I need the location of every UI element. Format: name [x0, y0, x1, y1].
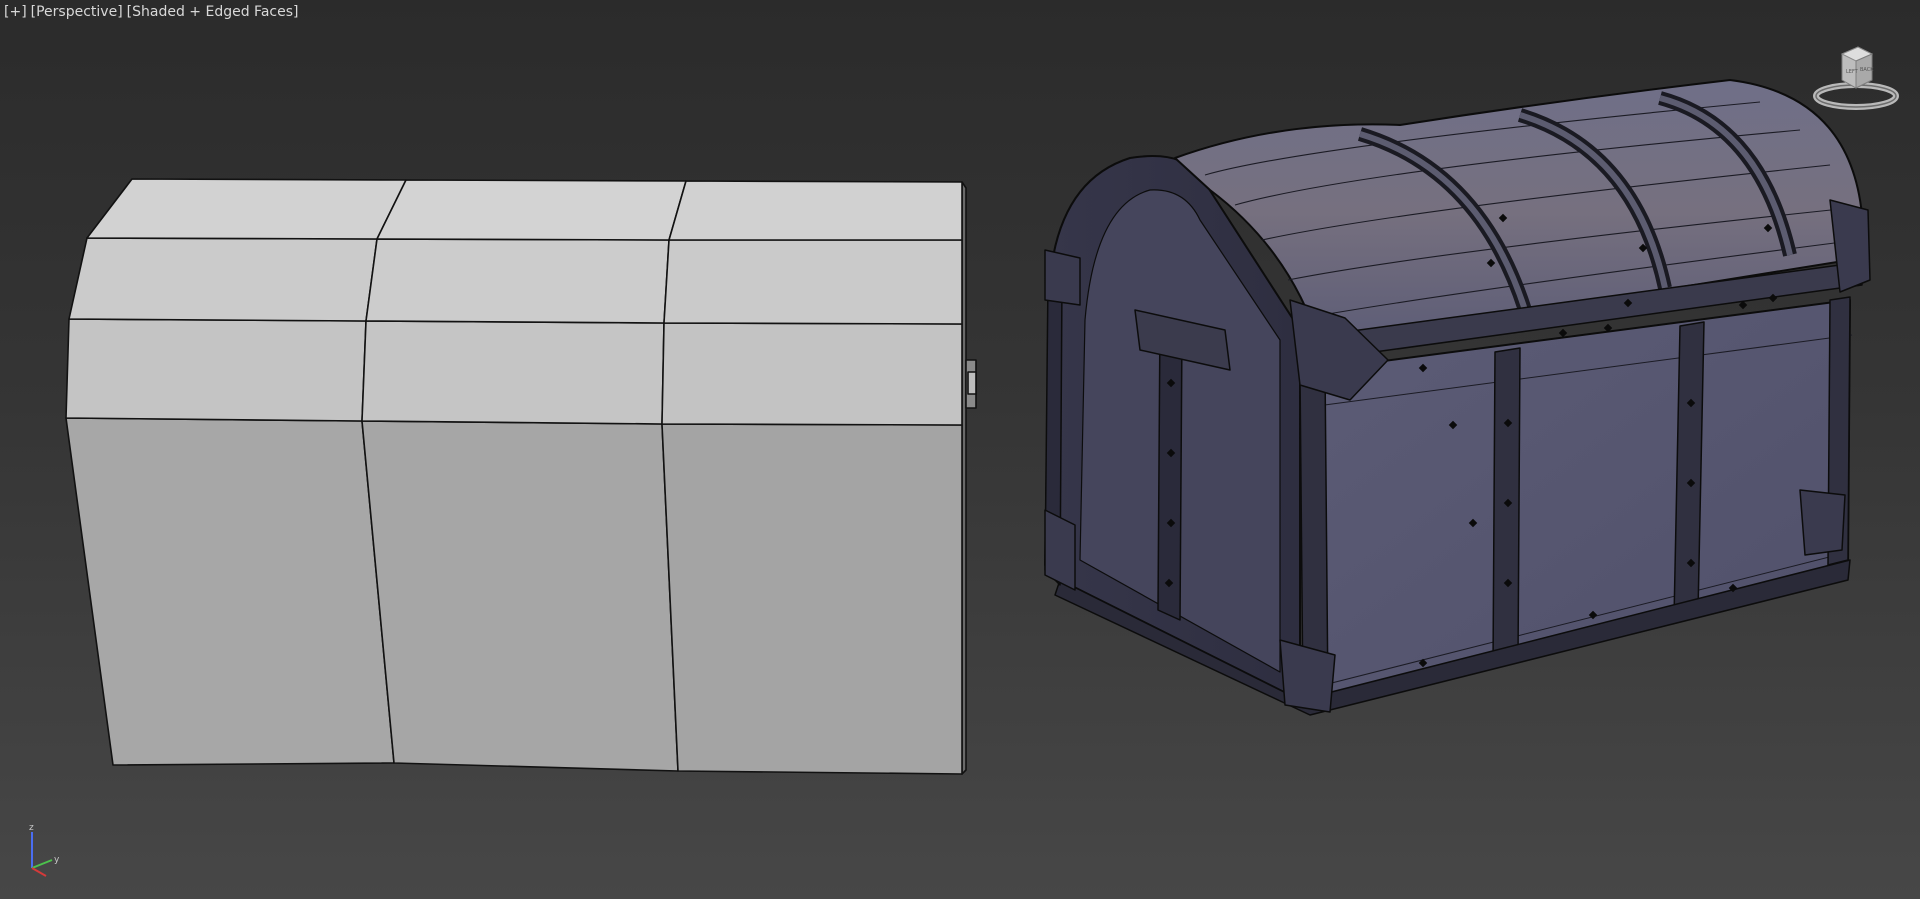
axis-z-label: z — [29, 823, 34, 833]
axis-tripod-icon: z y — [29, 823, 60, 877]
viewcube-face-label: BACK — [1860, 67, 1874, 73]
viewcube[interactable]: LEFT BACK — [1806, 40, 1906, 118]
viewport-scene[interactable] — [0, 0, 1920, 899]
viewcube-face-label: LEFT — [1846, 69, 1859, 75]
treasure-chest-mesh[interactable] — [1044, 79, 1871, 716]
viewcube-icon: LEFT BACK — [1813, 46, 1899, 110]
axis-y-label: y — [54, 855, 60, 865]
axis-tripod: z y — [29, 823, 60, 877]
blockout-chest-mesh[interactable] — [65, 178, 977, 775]
